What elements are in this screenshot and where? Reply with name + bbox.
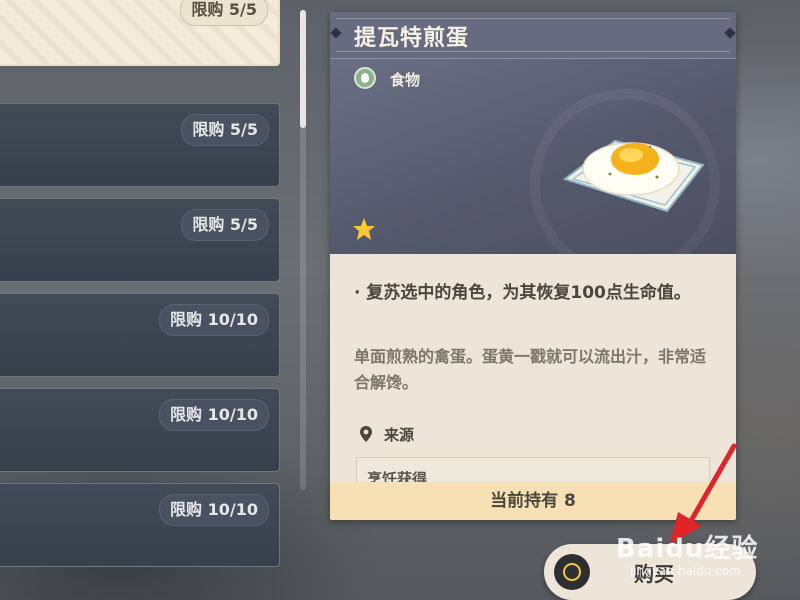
purchase-limit-badge: 限购 10/10 — [159, 399, 269, 431]
fried-egg-image — [562, 139, 705, 213]
food-icon — [354, 67, 376, 89]
owned-count: 当前持有 8 — [490, 491, 576, 511]
item-title: 提瓦特煎蛋 — [354, 26, 470, 51]
purchase-limit-badge: 限购 5/5 — [181, 209, 269, 241]
item-hero: 食物 — [330, 59, 736, 279]
list-scrollbar[interactable] — [300, 10, 306, 490]
watermark-url: jingyan.baidu.com — [630, 564, 741, 578]
item-type-label: 食物 — [390, 71, 421, 89]
shop-item-list: 限购 5/5 限购 5/5 限购 5/5 限购 10/10 限购 10/10 限… — [0, 0, 300, 600]
shop-item[interactable]: 限购 10/10 — [0, 388, 280, 472]
item-effect: · 复苏选中的角色，为其恢复100点生命值。 — [354, 283, 691, 303]
star-icon — [353, 218, 375, 240]
shop-item[interactable]: 限购 5/5 — [0, 198, 280, 282]
shop-item[interactable]: 限购 5/5 — [0, 103, 280, 187]
shop-item[interactable]: 限购 5/5 — [0, 0, 280, 66]
purchase-limit-badge: 限购 10/10 — [159, 304, 269, 336]
item-description: 单面煎熟的禽蛋。蛋黄一戳就可以流出汁，非常适合解馋。 — [354, 347, 707, 392]
shop-item[interactable]: 限购 10/10 — [0, 293, 280, 377]
baidu-watermark: Baidu经验 jingyan.baidu.com — [616, 528, 786, 598]
item-title-bar: 提瓦特煎蛋 — [330, 12, 736, 59]
purchase-limit-badge: 限购 10/10 — [159, 494, 269, 526]
coin-icon — [554, 554, 590, 590]
source-label: 来源 — [384, 426, 415, 444]
purchase-limit-badge: 限购 5/5 — [181, 114, 269, 146]
shop-item[interactable]: 限购 10/10 — [0, 483, 280, 567]
location-pin-icon — [360, 426, 372, 442]
watermark-main: Baidu经验 — [616, 534, 759, 564]
purchase-limit-badge: 限购 5/5 — [180, 0, 268, 26]
scrollbar-thumb[interactable] — [300, 10, 306, 128]
